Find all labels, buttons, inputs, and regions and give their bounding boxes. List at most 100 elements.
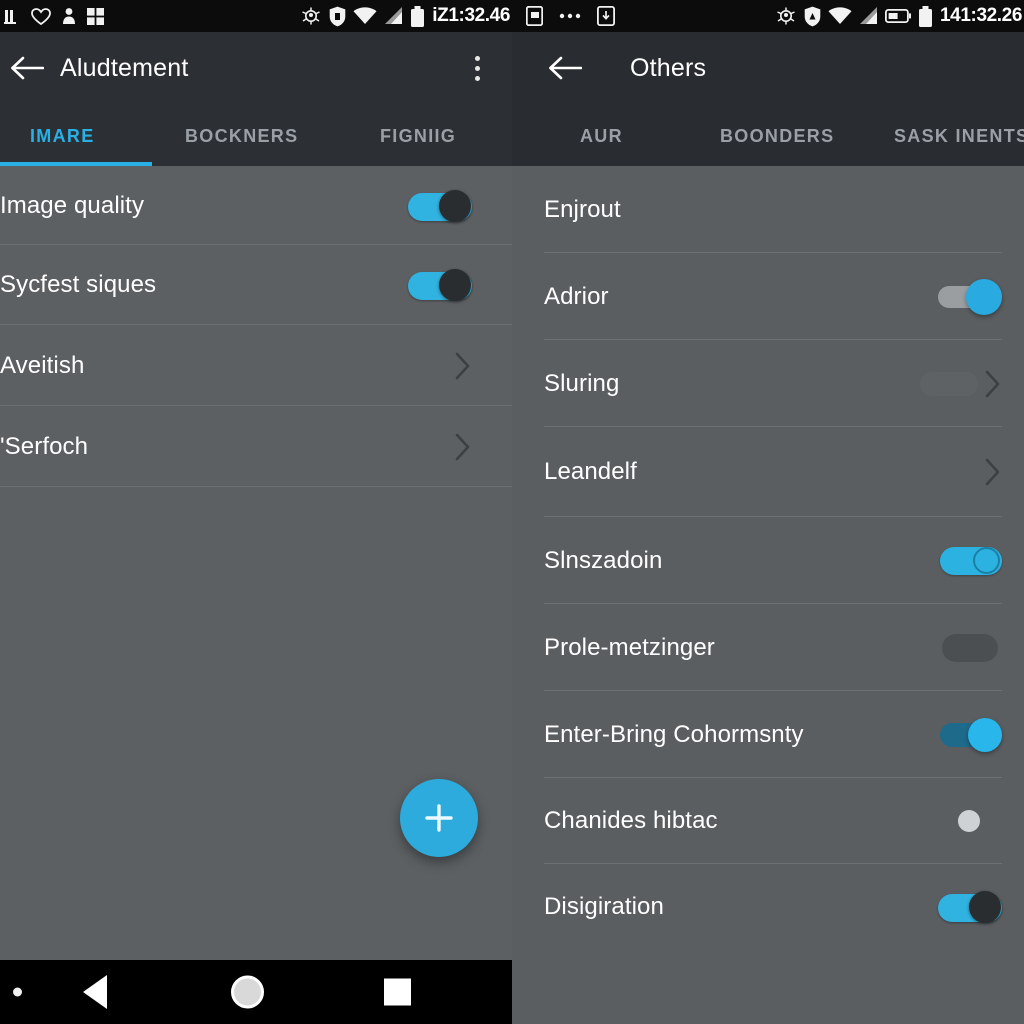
right-panel: Others AUR BOONDERS SASK INENTS Enjrout … xyxy=(512,32,1024,1024)
page-title: Aludtement xyxy=(60,53,189,82)
toggle-adrior[interactable] xyxy=(938,278,1002,315)
overflow-menu-button[interactable] xyxy=(460,46,494,90)
list-item[interactable]: Enjrout xyxy=(512,166,1024,253)
toggle-thumb xyxy=(439,269,471,301)
list-item[interactable]: 'Serfoch xyxy=(0,406,512,487)
list-item-label: Leandelf xyxy=(544,458,637,485)
list-item[interactable]: Leandelf xyxy=(512,427,1024,517)
more-horizontal-icon xyxy=(559,13,581,19)
bug-icon xyxy=(302,7,321,25)
shield-icon xyxy=(804,6,821,26)
status-bar: iZ1:32.46 141:32.26 xyxy=(0,0,1024,32)
list-item-label: Disigiration xyxy=(544,893,664,920)
status-bar-clock-left: iZ1:32.46 xyxy=(432,5,510,26)
list-divider xyxy=(0,486,512,487)
left-panel: Aludtement IMARE BOCKNERS FIGNIIG Image … xyxy=(0,32,512,1024)
list-item-label: Image quality xyxy=(0,191,145,219)
tab-bockners[interactable]: BOCKNERS xyxy=(185,126,298,147)
left-settings-list: Image quality Sycfest siques Aveitish 'S… xyxy=(0,166,512,1024)
list-item-label: Adrior xyxy=(544,282,609,310)
list-item[interactable]: Enter-Bring Cohormsnty xyxy=(512,691,1024,778)
list-item[interactable]: Aveitish xyxy=(0,325,512,406)
tab-boonders[interactable]: BOONDERS xyxy=(720,126,834,147)
overflow-menu-icon xyxy=(474,55,480,61)
overflow-menu-icon xyxy=(474,75,480,81)
list-item[interactable]: Image quality xyxy=(0,166,512,245)
signal-bars-icon xyxy=(4,9,16,24)
list-item[interactable]: Sluring xyxy=(512,340,1024,427)
toggle-sluring-ghost[interactable] xyxy=(920,371,978,396)
battery-icon xyxy=(919,5,933,27)
bug-icon xyxy=(777,7,795,25)
list-item[interactable]: Adrior xyxy=(512,253,1024,340)
toggle-sycfest-siques[interactable] xyxy=(408,269,472,301)
toggle-thumb xyxy=(968,717,1002,752)
toggle-thumb xyxy=(439,189,471,222)
chevron-right-icon xyxy=(984,369,1002,399)
toggle-prole-metzinger[interactable] xyxy=(942,633,998,662)
status-bar-left: iZ1:32.46 xyxy=(0,0,512,32)
list-item-label: 'Serfoch xyxy=(0,432,89,460)
tab-sask-inents[interactable]: SASK INENTS xyxy=(894,126,1024,147)
tab-aur[interactable]: AUR xyxy=(580,126,623,147)
left-tab-bar: IMARE BOCKNERS FIGNIIG xyxy=(0,104,512,166)
panels-container: Aludtement IMARE BOCKNERS FIGNIIG Image … xyxy=(0,32,1024,1024)
system-navigation-bar xyxy=(0,960,512,1024)
sim-card-icon xyxy=(526,6,543,26)
right-app-bar: Others xyxy=(512,32,1024,104)
add-button[interactable] xyxy=(400,779,478,857)
toggle-image-quality[interactable] xyxy=(408,189,472,222)
toggle-disigiration[interactable] xyxy=(938,891,1002,923)
status-bar-right-icon-group xyxy=(512,6,615,26)
back-button[interactable] xyxy=(538,32,592,104)
chevron-right-icon xyxy=(454,351,472,381)
list-item[interactable]: Slnszadoin xyxy=(512,517,1024,604)
home-circle-icon[interactable] xyxy=(231,975,264,1009)
tab-imare[interactable]: IMARE xyxy=(30,126,95,147)
list-item[interactable]: Prole-metzinger xyxy=(512,604,1024,691)
overflow-menu-icon xyxy=(474,65,480,71)
status-bar-left-right-group: iZ1:32.46 xyxy=(300,0,512,32)
status-dot-icon xyxy=(13,987,22,997)
battery-horizontal-icon xyxy=(885,9,912,23)
right-tab-bar: AUR BOONDERS SASK INENTS xyxy=(512,104,1024,166)
list-item-label: Chanides hibtac xyxy=(544,807,718,834)
status-bar-right-right-group: 141:32.26 xyxy=(775,0,1024,32)
recents-square-icon[interactable] xyxy=(384,978,411,1006)
status-bar-clock-right: 141:32.26 xyxy=(940,5,1022,26)
list-item-label: Prole-metzinger xyxy=(544,633,715,661)
list-item-label: Sycfest siques xyxy=(0,271,157,298)
list-item-label: Slnszadoin xyxy=(544,546,663,574)
list-item-label: Sluring xyxy=(544,369,620,397)
list-item[interactable]: Disigiration xyxy=(512,864,1024,950)
page-title: Others xyxy=(630,53,707,82)
person-icon xyxy=(63,8,75,24)
toggle-track xyxy=(920,371,978,396)
back-triangle-icon[interactable] xyxy=(83,975,107,1009)
device-screenshot: iZ1:32.46 141:32.26 Aludtement IMARE BOC… xyxy=(0,0,1024,1024)
toggle-chanides-hibtac[interactable] xyxy=(958,810,980,832)
toggle-track xyxy=(942,633,998,662)
tab-fignig[interactable]: FIGNIIG xyxy=(380,126,456,147)
toggle-thumb xyxy=(958,810,980,832)
arrow-left-icon xyxy=(549,56,582,80)
arrow-left-icon xyxy=(11,56,44,80)
back-button[interactable] xyxy=(0,32,54,104)
list-item[interactable]: Chanides hibtac xyxy=(512,778,1024,864)
toggle-thumb xyxy=(973,546,1000,574)
grid-icon xyxy=(87,7,104,25)
list-item-label: Aveitish xyxy=(0,351,85,379)
toggle-enter-bring-cohormsnty[interactable] xyxy=(940,717,1002,752)
list-item[interactable]: Sycfest siques xyxy=(0,245,512,325)
status-bar-right: 141:32.26 xyxy=(512,0,1024,32)
toggle-slnszadoin[interactable] xyxy=(940,545,1002,577)
toggle-thumb xyxy=(969,891,1001,923)
right-settings-list: Enjrout Adrior Sluring Leandelf Slnszado… xyxy=(512,166,1024,1024)
left-app-bar: Aludtement xyxy=(0,32,512,104)
heart-activity-icon xyxy=(31,7,51,25)
cell-signal-icon xyxy=(385,7,403,24)
toggle-thumb xyxy=(966,278,1002,315)
plus-icon xyxy=(425,804,453,832)
wifi-icon xyxy=(828,7,852,24)
shield-icon xyxy=(329,6,346,26)
